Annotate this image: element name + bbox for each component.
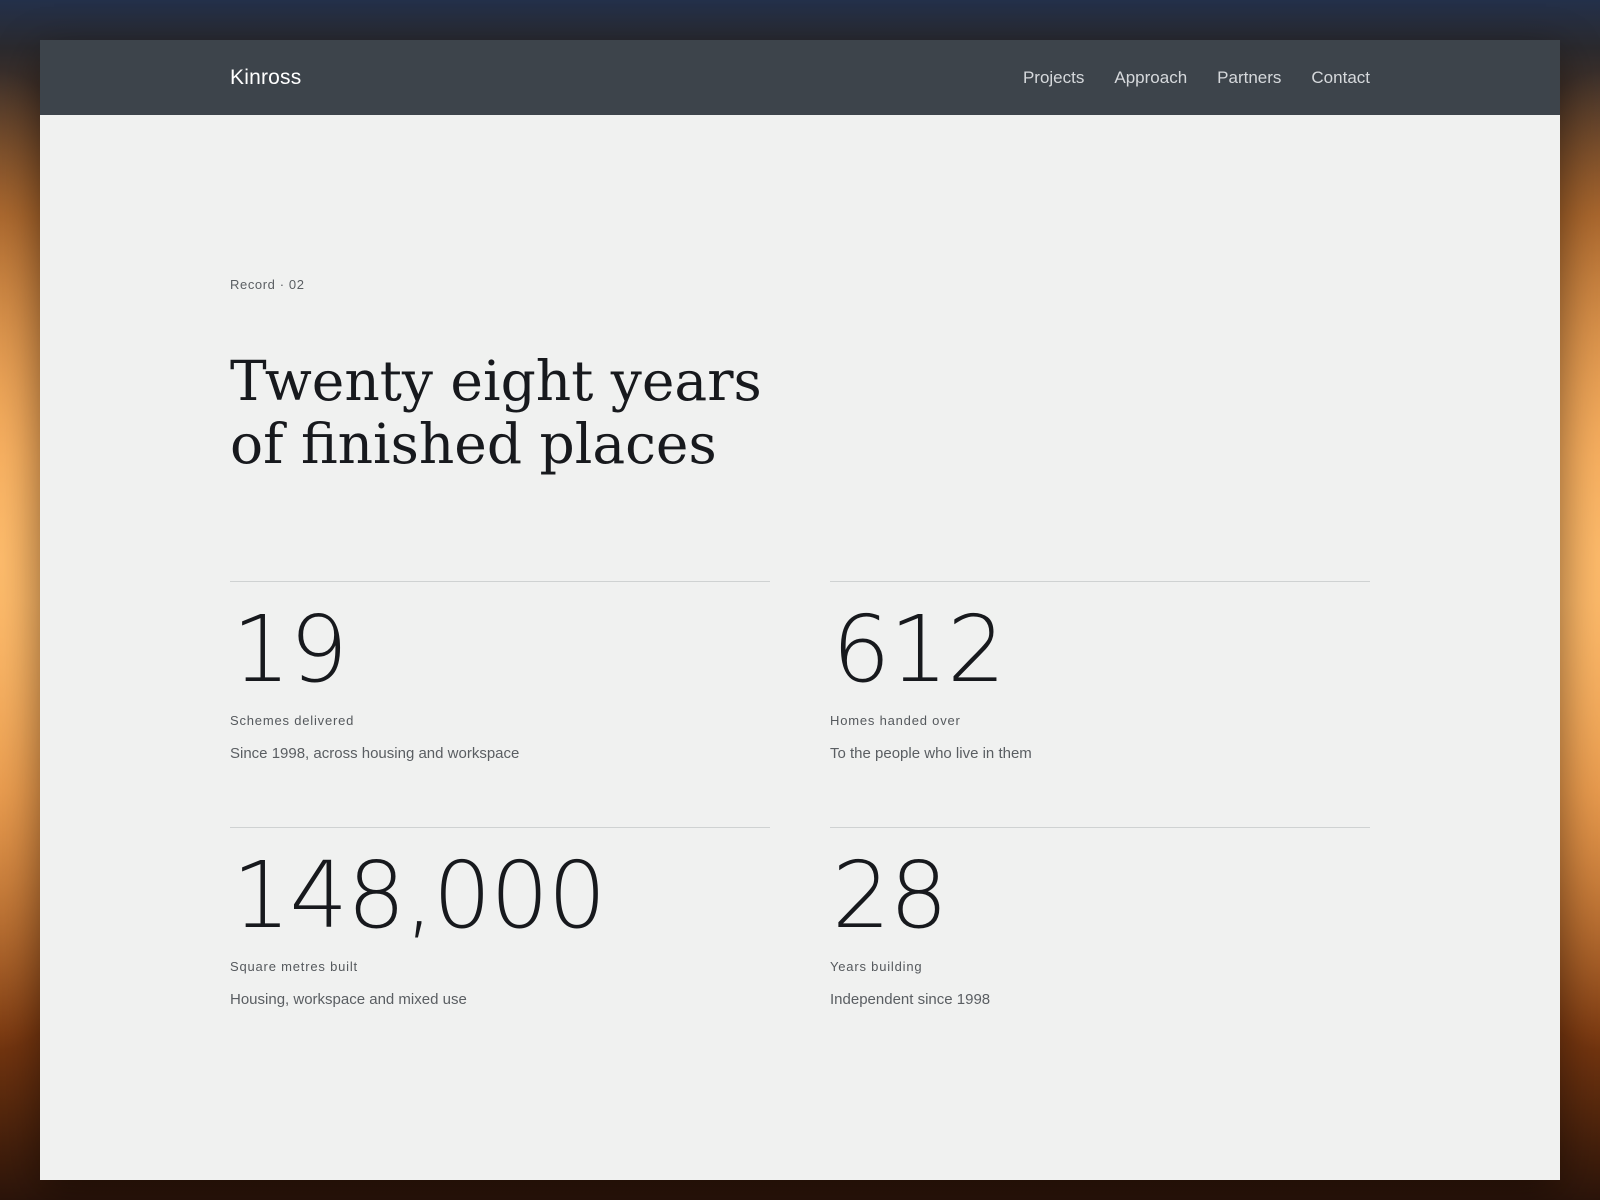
- top-navigation-bar: Kinross Projects Approach Partners Conta…: [40, 40, 1560, 115]
- page-title-line-2: of finished places: [230, 412, 717, 476]
- section-eyebrow: Record · 02: [230, 277, 305, 292]
- page-title-line-1: Twenty eight years: [230, 349, 762, 413]
- stat-years-building: 28 Years building Independent since 1998: [830, 827, 1370, 1073]
- stat-value: 28: [832, 842, 948, 949]
- page-title: Twenty eight years of finished places: [230, 350, 870, 476]
- stat-description: Housing, workspace and mixed use: [230, 991, 467, 1008]
- stat-schemes-delivered: 19 Schemes delivered Since 1998, across …: [230, 581, 770, 827]
- stat-description: Independent since 1998: [830, 991, 991, 1008]
- browser-window: Kinross Projects Approach Partners Conta…: [40, 40, 1560, 1180]
- stat-label: Years building: [830, 959, 923, 974]
- main-nav: Projects Approach Partners Contact: [1023, 40, 1370, 115]
- stat-value: 612: [832, 596, 1006, 703]
- nav-link-projects[interactable]: Projects: [1023, 68, 1084, 88]
- stat-square-metres-built: 148,000 Square metres built Housing, wor…: [230, 827, 770, 1073]
- stat-value: 148,000: [232, 842, 606, 949]
- brand-logo[interactable]: Kinross: [230, 40, 301, 115]
- stat-homes-handed-over: 612 Homes handed over To the people who …: [830, 581, 1370, 827]
- stat-label: Homes handed over: [830, 713, 961, 728]
- stat-description: Since 1998, across housing and workspace: [230, 745, 520, 762]
- stats-grid: 19 Schemes delivered Since 1998, across …: [230, 581, 1370, 1073]
- stat-description: To the people who live in them: [830, 745, 1032, 762]
- stat-label: Schemes delivered: [230, 713, 355, 728]
- nav-link-contact[interactable]: Contact: [1311, 68, 1370, 88]
- nav-link-partners[interactable]: Partners: [1217, 68, 1281, 88]
- nav-link-approach[interactable]: Approach: [1114, 68, 1187, 88]
- stat-label: Square metres built: [230, 959, 358, 974]
- stat-value: 19: [232, 596, 348, 703]
